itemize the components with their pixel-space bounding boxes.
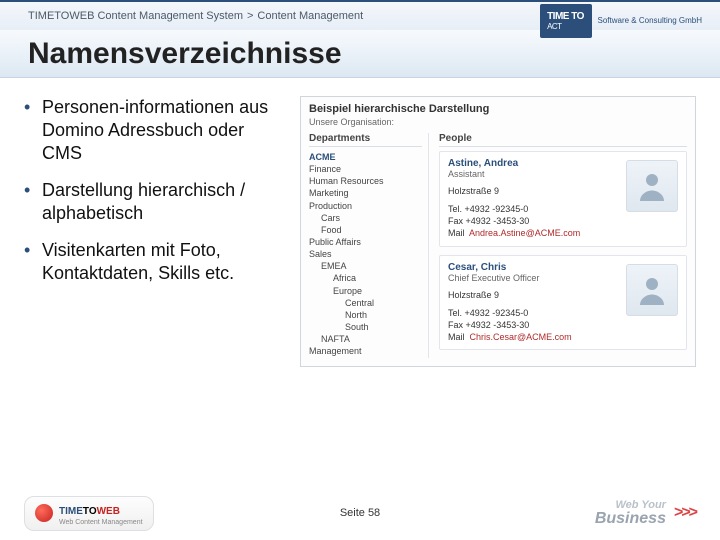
footer-logo-left: TIMETOWEB Web Content Management — [24, 496, 154, 531]
person-mail: Andrea.Astine@ACME.com — [469, 228, 580, 238]
breadcrumb-section: Content Management — [257, 10, 363, 22]
dept-item: EMEA — [309, 260, 422, 272]
person-mail-row: Mail Chris.Cesar@ACME.com — [448, 331, 678, 343]
dept-item: Human Resources — [309, 175, 422, 187]
example-title: Beispiel hierarchische Darstellung — [309, 103, 687, 115]
dept-item: Food — [309, 224, 422, 236]
bullet-item: Visitenkarten mit Foto, Kontaktdaten, Sk… — [24, 239, 284, 285]
page-number: Seite 58 — [340, 507, 380, 519]
people-column: People Astine, Andrea Assistant Holzstra… — [439, 133, 687, 358]
chevrons-icon: >>> — [674, 504, 696, 522]
example-subtitle: Unsere Organisation: — [309, 117, 687, 127]
vendor-logo-subtitle: Software & Consulting GmbH — [598, 17, 703, 25]
vendor-logo-top: TIME TO ACT Software & Consulting GmbH — [540, 4, 703, 38]
dept-item: Marketing — [309, 187, 422, 199]
bullet-list: Personen-informationen aus Domino Adress… — [24, 96, 284, 367]
departments-header: Departments — [309, 133, 422, 147]
dept-root: ACME — [309, 151, 422, 163]
breadcrumb-separator: > — [247, 10, 253, 22]
departments-column: Departments ACME Finance Human Resources… — [309, 133, 429, 358]
dept-item: Finance — [309, 163, 422, 175]
avatar-placeholder-icon — [626, 160, 678, 212]
avatar-placeholder-icon — [626, 264, 678, 316]
example-panel: Beispiel hierarchische Darstellung Unser… — [300, 96, 696, 367]
dept-item: Sales — [309, 248, 422, 260]
bullet-item: Personen-informationen aus Domino Adress… — [24, 96, 284, 165]
page-title: Namensverzeichnisse — [28, 37, 342, 71]
logo-dot-icon — [35, 504, 53, 522]
person-fax: Fax +4932 -3453-30 — [448, 215, 678, 227]
person-card: Cesar, Chris Chief Executive Officer Hol… — [439, 255, 687, 351]
person-fax: Fax +4932 -3453-30 — [448, 319, 678, 331]
dept-item: Europe — [309, 285, 422, 297]
dept-item: Central — [309, 297, 422, 309]
dept-item: Public Affairs — [309, 236, 422, 248]
footer-logo-sub: Web Content Management — [59, 519, 143, 526]
person-mail: Chris.Cesar@ACME.com — [470, 332, 572, 342]
people-header: People — [439, 133, 687, 147]
dept-item: South — [309, 321, 422, 333]
footer: TIMETOWEB Web Content Management Seite 5… — [0, 486, 720, 540]
dept-item: North — [309, 309, 422, 321]
dept-item: Management — [309, 345, 422, 357]
dept-item: Africa — [309, 272, 422, 284]
vendor-logo-mark: TIME TO ACT — [540, 4, 592, 38]
dept-item: Production — [309, 200, 422, 212]
breadcrumb-product: TIMETOWEB Content Management System — [28, 10, 243, 22]
footer-slogan: Web Your Business >>> — [595, 500, 696, 526]
person-card: Astine, Andrea Assistant Holzstraße 9 Te… — [439, 151, 687, 247]
dept-item: Cars — [309, 212, 422, 224]
person-mail-row: Mail Andrea.Astine@ACME.com — [448, 227, 678, 239]
dept-item: NAFTA — [309, 333, 422, 345]
bullet-item: Darstellung hierarchisch / alphabetisch — [24, 179, 284, 225]
